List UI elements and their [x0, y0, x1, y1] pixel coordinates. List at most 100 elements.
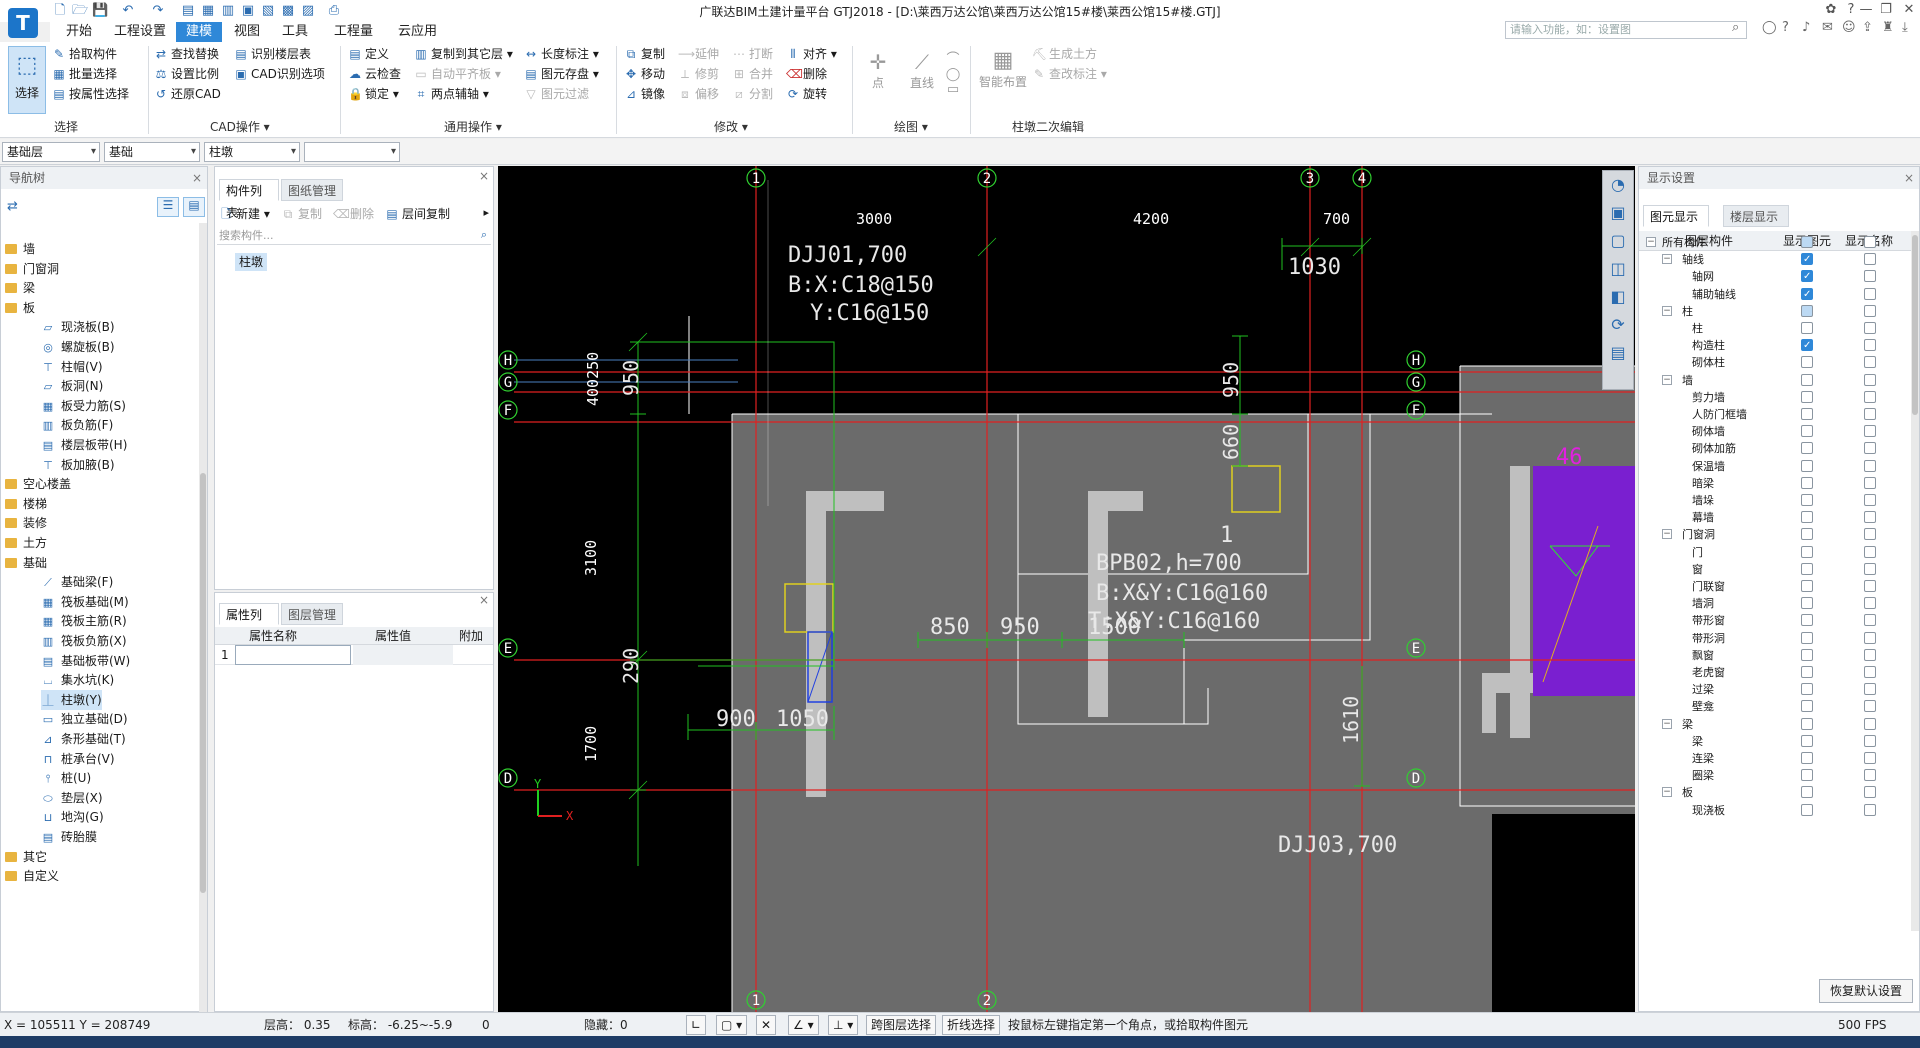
show-name-checkbox[interactable] — [1864, 270, 1876, 283]
show-name-checkbox[interactable] — [1864, 752, 1876, 764]
show-element-checkbox[interactable] — [1801, 442, 1813, 455]
component-type-select[interactable]: 柱墩 — [204, 142, 300, 162]
nav-item[interactable]: ▦ 板受力筋(S) — [41, 396, 126, 416]
new-file-icon[interactable]: 🗋 — [52, 3, 68, 19]
new-button[interactable]: 🗋 新建 ▾ — [219, 204, 270, 224]
auto-flush-slab-button[interactable]: ▭ 自动平齐板 ▾ — [414, 64, 501, 84]
menu-start[interactable]: 开始 — [56, 22, 102, 42]
undo-icon[interactable]: ↶ — [120, 3, 136, 19]
show-element-checkbox[interactable] — [1801, 597, 1813, 610]
nav-item[interactable]: ⫯ 桩(U) — [41, 768, 92, 788]
restore-cad-button[interactable]: ↺ 还原CAD — [154, 84, 221, 104]
close-button[interactable]: ✕ — [1898, 2, 1920, 17]
pick-component-button[interactable]: ✎ 拾取构件 — [52, 44, 117, 64]
merge-button[interactable]: ⊞ 合并 — [732, 64, 773, 84]
nav-folder[interactable]: 楼梯 — [5, 494, 47, 514]
delete-comp-button[interactable]: ⌫删除 — [333, 204, 374, 224]
select-by-attr-button[interactable]: ▤ 按属性选择 — [52, 84, 129, 104]
delete-button[interactable]: ⌫删除 — [786, 64, 827, 84]
close-icon[interactable]: × — [1904, 167, 1914, 189]
nav-folder[interactable]: 土方 — [5, 533, 47, 553]
layer-toggle-icon[interactable]: ▤ — [1603, 339, 1633, 367]
restore-default-button[interactable]: 恢复默认设置 — [1819, 979, 1913, 1003]
save-icon[interactable]: 💾 — [92, 3, 108, 19]
tab-floor-display[interactable]: 楼层显示 — [1723, 205, 1789, 227]
front-view-icon[interactable]: ◫ — [1603, 255, 1633, 283]
show-element-checkbox[interactable] — [1801, 545, 1813, 558]
show-element-checkbox[interactable] — [1801, 614, 1813, 627]
nav-folder[interactable]: 基础 — [5, 553, 47, 573]
show-element-checkbox[interactable] — [1801, 580, 1813, 592]
nav-item[interactable]: ⌴ 集水坑(K) — [41, 670, 115, 690]
down-icon[interactable]: ⤓ — [1902, 20, 1908, 35]
show-element-checkbox[interactable] — [1801, 700, 1813, 713]
nav-item[interactable]: ▭ 独立基础(D) — [41, 709, 128, 729]
angle-toggle[interactable]: ∠ ▾ — [788, 1015, 819, 1035]
menu-view[interactable]: 视图 — [224, 22, 270, 42]
nav-scrollbar[interactable] — [199, 223, 207, 1013]
cross-layer-select-button[interactable]: 跨图层选择 — [866, 1015, 937, 1035]
menu-modeling[interactable]: 建模 — [176, 22, 223, 42]
nav-item[interactable]: ▤ 楼层板带(H) — [41, 435, 128, 455]
cad-options-button[interactable]: ▣ CAD识别选项 — [234, 64, 325, 84]
show-element-checkbox[interactable] — [1801, 284, 1813, 305]
quick-tool-1-icon[interactable]: ▤ — [180, 3, 196, 19]
show-element-checkbox[interactable] — [1801, 803, 1813, 816]
nav-folder[interactable]: 梁 — [5, 278, 35, 298]
menu-cloud[interactable]: 云应用 — [388, 22, 447, 42]
nav-item[interactable]: ⟋ 基础梁(F) — [41, 572, 113, 592]
draw-extra-tools[interactable]: ⌒ ◯ ▭ — [944, 48, 962, 97]
show-name-checkbox[interactable] — [1864, 408, 1876, 420]
show-element-checkbox[interactable] — [1801, 335, 1813, 356]
define-button[interactable]: ▤ 定义 — [348, 44, 389, 64]
orbit-icon[interactable]: ◔ — [1603, 171, 1633, 199]
copy-comp-button[interactable]: ⧉ 复制 — [281, 204, 322, 224]
show-element-checkbox[interactable] — [1801, 494, 1813, 506]
move-button[interactable]: ✥ 移动 — [624, 64, 665, 84]
show-name-checkbox[interactable] — [1864, 631, 1876, 644]
pin-icon[interactable]: ⇄ — [7, 199, 18, 214]
cancel-toggle[interactable]: ✕ — [756, 1015, 777, 1035]
show-name-checkbox[interactable] — [1864, 528, 1876, 541]
collapse-icon[interactable]: − — [1662, 254, 1672, 265]
restore-button[interactable]: ❐ — [1875, 2, 1897, 17]
show-name-checkbox[interactable] — [1864, 459, 1876, 472]
show-name-checkbox[interactable] — [1864, 339, 1876, 352]
offset-button[interactable]: ⧈ 偏移 — [678, 84, 719, 104]
show-name-checkbox[interactable] — [1864, 545, 1876, 558]
cloud-check-button[interactable]: ☁ 云检查 — [348, 64, 401, 84]
component-select[interactable] — [304, 142, 400, 162]
iso-view-icon[interactable]: ◧ — [1603, 283, 1633, 311]
batch-select-button[interactable]: ▦ 批量选择 — [52, 64, 117, 84]
show-name-checkbox[interactable] — [1864, 356, 1876, 369]
floor-select[interactable]: 基础层 — [2, 142, 100, 162]
nav-item[interactable]: ▦ 筏板基础(M) — [41, 592, 129, 612]
show-element-checkbox[interactable] — [1801, 717, 1813, 730]
show-name-checkbox[interactable] — [1864, 683, 1876, 696]
nav-folder[interactable]: 墙 — [5, 239, 35, 259]
cad-drawing[interactable]: 1 2 3 4 H G F E D H G F E D 1 2 3000 420… — [498, 166, 1635, 1012]
find-replace-button[interactable]: ⇄ 查找替换 — [154, 44, 219, 64]
bell-icon[interactable]: ♪ — [1802, 20, 1810, 35]
quick-tool-5-icon[interactable]: ▧ — [260, 3, 276, 19]
nav-item[interactable]: ⊿ 条形基础(T) — [41, 729, 125, 749]
collapse-icon[interactable]: − — [1662, 718, 1672, 729]
show-name-checkbox[interactable] — [1864, 700, 1876, 713]
nav-item[interactable]: ▥ 板负筋(F) — [41, 415, 113, 435]
quick-tool-3-icon[interactable]: ▥ — [220, 3, 236, 19]
list-view-icon[interactable]: ☰ — [157, 197, 179, 217]
show-element-checkbox[interactable] — [1801, 304, 1813, 317]
rotate-button[interactable]: ⟳ 旋转 — [786, 84, 827, 104]
display-scrollbar[interactable] — [1911, 231, 1919, 931]
show-element-checkbox[interactable] — [1801, 373, 1813, 386]
two-point-aux-button[interactable]: ⌗ 两点辅轴 ▾ — [414, 84, 489, 104]
show-element-checkbox[interactable] — [1801, 734, 1813, 747]
collapse-icon[interactable]: − — [1662, 305, 1672, 316]
save-element-button[interactable]: ▤ 图元存盘 ▾ — [524, 64, 599, 84]
show-name-checkbox[interactable] — [1864, 769, 1876, 782]
nav-item[interactable]: ⊤ 柱帽(V) — [41, 357, 102, 377]
show-element-checkbox[interactable] — [1801, 356, 1813, 369]
show-name-checkbox[interactable] — [1864, 511, 1876, 524]
polyline-select-button[interactable]: 折线选择 — [942, 1015, 1001, 1035]
show-element-checkbox[interactable] — [1801, 236, 1813, 248]
